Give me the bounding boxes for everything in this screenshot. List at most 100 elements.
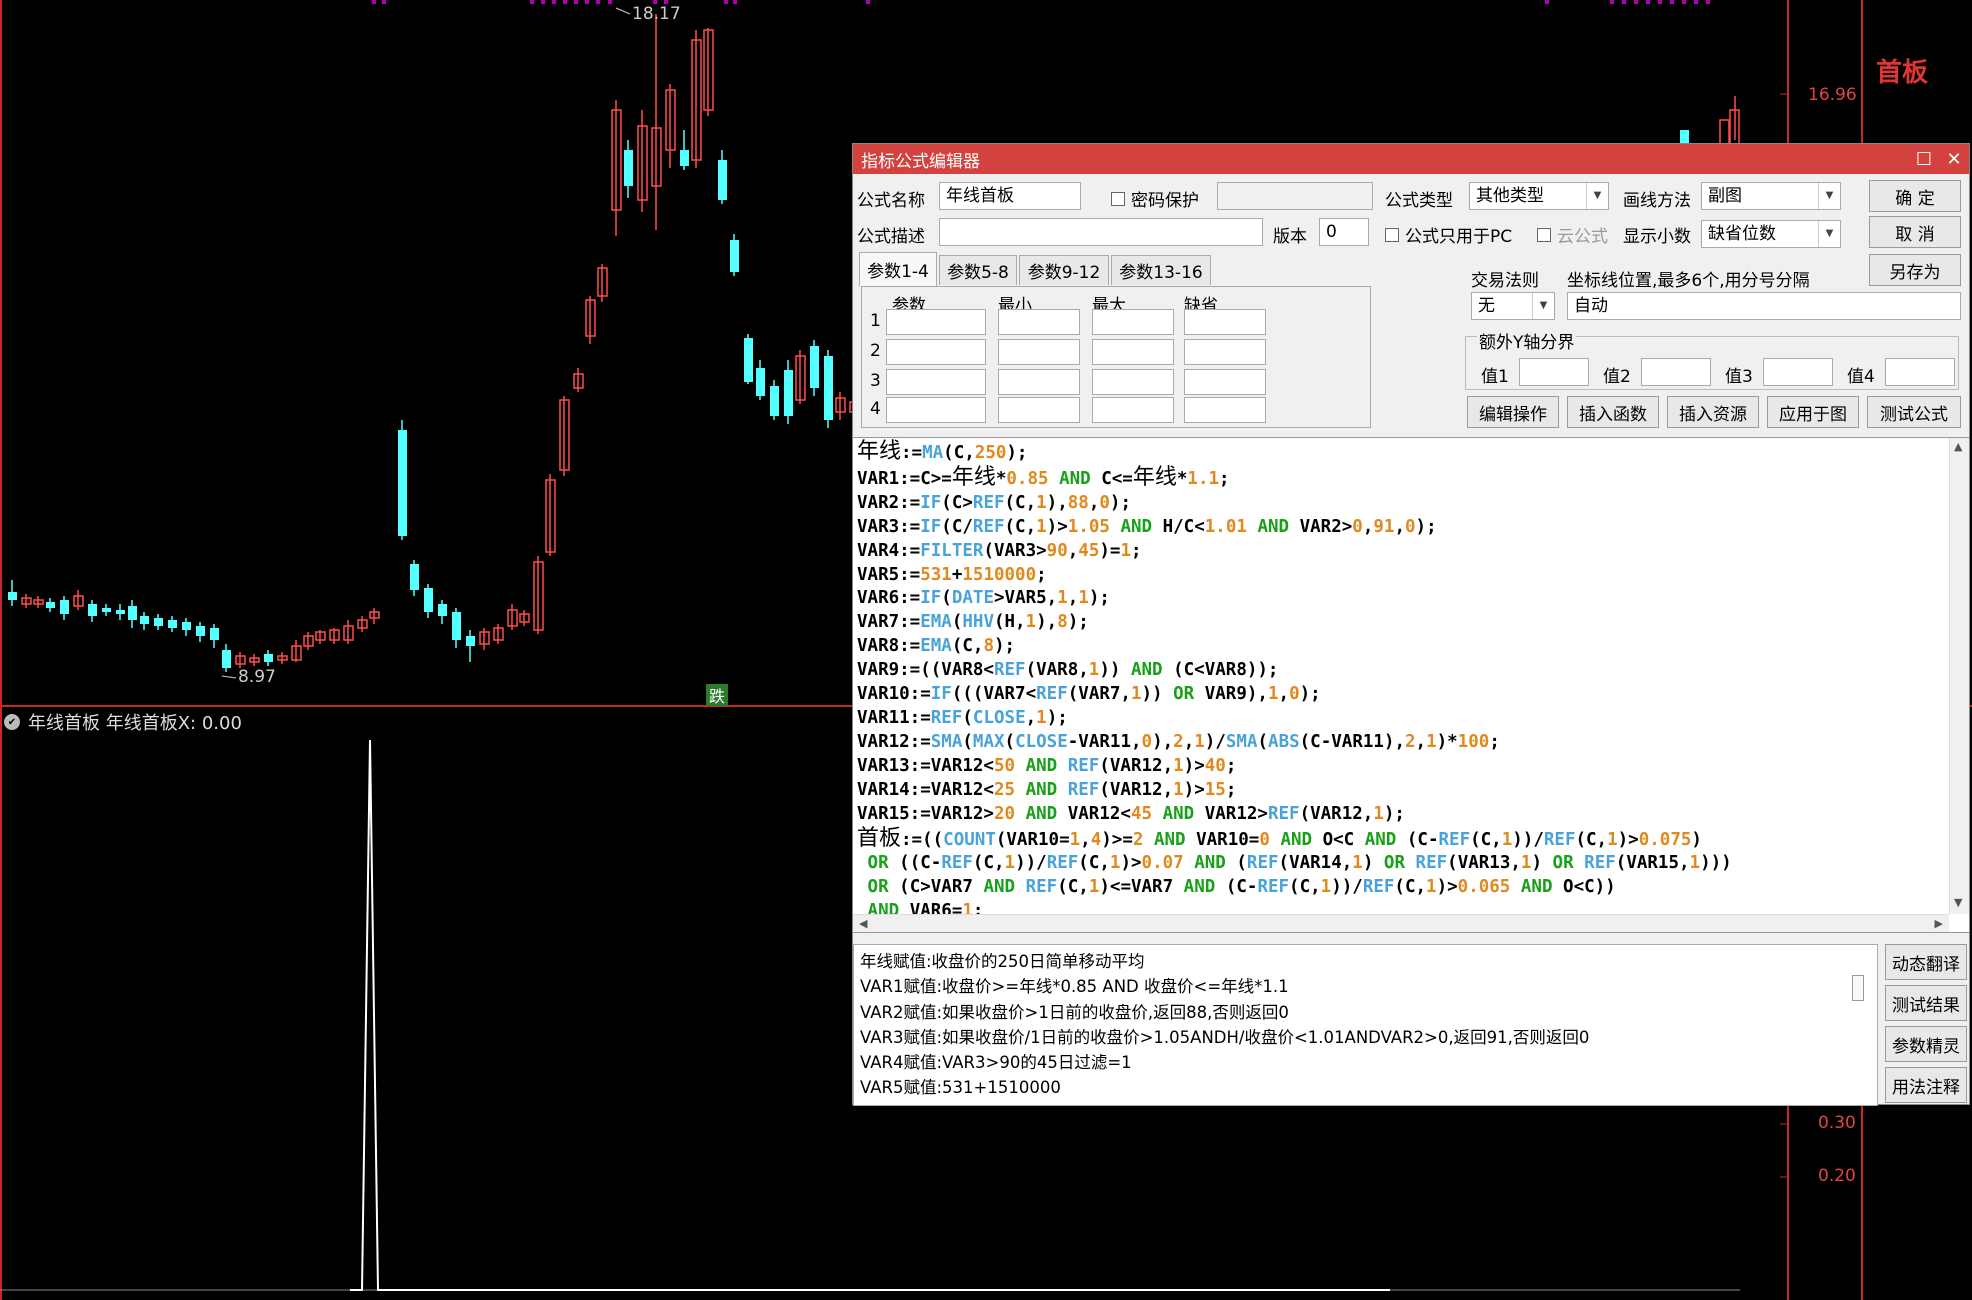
param-default-input[interactable] <box>1184 397 1266 423</box>
code-line[interactable]: VAR3:=IF(C/REF(C,1)>1.05 AND H/C<1.01 AN… <box>857 516 1947 540</box>
pc-only-label: 公式只用于PC <box>1405 227 1513 247</box>
sub-chart-header[interactable]: ✔ 年线首板 年线首板X: 0.00 <box>4 709 242 735</box>
code-line[interactable]: VAR11:=REF(CLOSE,1); <box>857 707 1947 731</box>
formula-desc-input[interactable] <box>939 218 1263 246</box>
dialog-titlebar[interactable]: 指标公式编辑器 ☐ ✕ <box>853 144 1969 174</box>
param-name-input[interactable] <box>886 339 986 365</box>
password-checkbox[interactable]: 密码保护 <box>1111 186 1199 211</box>
param-default-input[interactable] <box>1184 339 1266 365</box>
code-line[interactable]: VAR1:=C>=年线*0.85 AND C<=年线*1.1; <box>857 465 1947 492</box>
cloud-formula-checkbox[interactable]: 云公式 <box>1537 222 1608 247</box>
save-as-button[interactable]: 另存为 <box>1869 254 1961 286</box>
edit-operation-button[interactable]: 编辑操作 <box>1467 396 1559 428</box>
param-name-input[interactable] <box>886 369 986 395</box>
coord-line-input[interactable]: 自动 <box>1567 292 1961 320</box>
test-result-button[interactable]: 测试结果 <box>1885 985 1967 1021</box>
code-line[interactable]: VAR13:=VAR12<50 AND REF(VAR12,1)>40; <box>857 755 1947 779</box>
cancel-button[interactable]: 取 消 <box>1869 216 1961 248</box>
tab-params-9-12[interactable]: 参数9-12 <box>1019 255 1109 285</box>
decimal-select[interactable]: 缺省位数 ▼ <box>1701 220 1841 248</box>
code-line[interactable]: OR ((C-REF(C,1))/REF(C,1)>0.07 AND (REF(… <box>857 852 1947 876</box>
formula-editor-dialog[interactable]: 指标公式编辑器 ☐ ✕ 公式名称 年线首板 密码保护 公式类型 其他类型 ▼ 画线… <box>852 143 1970 1106</box>
usage-notes-button[interactable]: 用法注释 <box>1885 1067 1967 1103</box>
code-line[interactable]: VAR8:=EMA(C,8); <box>857 635 1947 659</box>
tab-params-1-4[interactable]: 参数1-4 <box>859 252 937 286</box>
translation-line: VAR4赋值:VAR3>90的45日过滤=1 <box>860 1053 1132 1073</box>
horizontal-scrollbar[interactable]: ◀ ▶ <box>853 914 1949 932</box>
param-max-input[interactable] <box>1092 397 1174 423</box>
code-line[interactable]: VAR6:=IF(DATE>VAR5,1,1); <box>857 587 1947 611</box>
code-line[interactable]: VAR12:=SMA(MAX(CLOSE-VAR11,0),2,1)/SMA(A… <box>857 731 1947 755</box>
param-max-input[interactable] <box>1092 339 1174 365</box>
param-name-input[interactable] <box>886 397 986 423</box>
tab-params-5-8[interactable]: 参数5-8 <box>939 255 1017 285</box>
candle-body <box>154 618 163 626</box>
draw-method-select[interactable]: 副图 ▼ <box>1701 182 1841 210</box>
event-marker <box>724 0 728 4</box>
param-default-input[interactable] <box>1184 309 1266 335</box>
dynamic-translate-button[interactable]: 动态翻译 <box>1885 944 1967 980</box>
event-marker <box>1706 0 1710 4</box>
pc-only-checkbox[interactable]: 公式只用于PC <box>1385 222 1512 247</box>
param-min-input[interactable] <box>998 369 1080 395</box>
param-min-input[interactable] <box>998 397 1080 423</box>
param-name-input[interactable] <box>886 309 986 335</box>
code-line[interactable]: 年线:=MA(C,250); <box>857 440 1947 466</box>
decimal-value: 缺省位数 <box>1708 224 1776 244</box>
insert-function-button[interactable]: 插入函数 <box>1567 396 1659 428</box>
param-default-input[interactable] <box>1184 369 1266 395</box>
collapse-icon[interactable]: ✔ <box>4 714 20 730</box>
event-marker <box>1634 0 1638 4</box>
code-line[interactable]: VAR5:=531+1510000; <box>857 564 1947 588</box>
code-line[interactable]: 首板:=((COUNT(VAR10=1,4)>=2 AND VAR10=0 AN… <box>857 826 1947 853</box>
code-line[interactable]: VAR14:=VAR12<25 AND REF(VAR12,1)>15; <box>857 779 1947 803</box>
cloud-formula-label: 云公式 <box>1557 227 1608 247</box>
password-input[interactable] <box>1217 182 1373 210</box>
scrollbar-thumb[interactable] <box>1852 975 1864 1001</box>
maximize-icon[interactable]: ☐ <box>1909 144 1939 174</box>
value4-input[interactable] <box>1885 358 1955 386</box>
formula-code-editor[interactable]: 年线:=MA(C,250); VAR1:=C>=年线*0.85 AND C<=年线… <box>853 437 1969 933</box>
code-line[interactable]: VAR4:=FILTER(VAR3>90,45)=1; <box>857 540 1947 564</box>
value3-input[interactable] <box>1763 358 1833 386</box>
param-wizard-button[interactable]: 参数精灵 <box>1885 1026 1967 1062</box>
scroll-right-icon[interactable]: ▶ <box>1935 917 1943 930</box>
tab-params-13-16[interactable]: 参数13-16 <box>1111 255 1211 285</box>
value2-input[interactable] <box>1641 358 1711 386</box>
vertical-scrollbar[interactable]: ▲ ▼ <box>1949 438 1969 914</box>
code-line[interactable]: OR (C>VAR7 AND REF(C,1)<=VAR7 AND (C-REF… <box>857 876 1947 900</box>
draw-method-label: 画线方法 <box>1623 191 1691 211</box>
candle-body <box>784 370 793 416</box>
low-price-label: 8.97 <box>238 667 276 687</box>
confirm-button[interactable]: 确 定 <box>1869 180 1961 212</box>
formula-type-select[interactable]: 其他类型 ▼ <box>1469 182 1609 210</box>
scroll-up-icon[interactable]: ▲ <box>1954 440 1962 453</box>
param-min-input[interactable] <box>998 339 1080 365</box>
param-min-input[interactable] <box>998 309 1080 335</box>
version-input[interactable]: 0 <box>1319 218 1369 246</box>
code-line[interactable]: VAR9:=((VAR8<REF(VAR8,1)) AND (C<VAR8)); <box>857 659 1947 683</box>
scroll-down-icon[interactable]: ▼ <box>1954 896 1962 909</box>
code-line[interactable]: VAR2:=IF(C>REF(C,1),88,0); <box>857 492 1947 516</box>
formula-type-value: 其他类型 <box>1476 186 1544 206</box>
formula-name-label: 公式名称 <box>857 191 925 211</box>
formula-name-input[interactable]: 年线首板 <box>939 182 1081 210</box>
param-row-number: 3 <box>870 371 881 391</box>
value1-input[interactable] <box>1519 358 1589 386</box>
test-formula-button[interactable]: 测试公式 <box>1867 396 1961 428</box>
param-max-input[interactable] <box>1092 309 1174 335</box>
code-line[interactable]: VAR10:=IF(((VAR7<REF(VAR7,1)) OR VAR9),1… <box>857 683 1947 707</box>
trade-rule-select[interactable]: 无 ▼ <box>1471 292 1555 320</box>
candle-body <box>60 600 69 614</box>
event-marker <box>1670 0 1674 4</box>
close-icon[interactable]: ✕ <box>1939 144 1969 174</box>
formula-code-text[interactable]: 年线:=MA(C,250); VAR1:=C>=年线*0.85 AND C<=年线… <box>857 440 1947 924</box>
param-max-input[interactable] <box>1092 369 1174 395</box>
checkbox-box <box>1385 227 1399 242</box>
code-line[interactable]: VAR15:=VAR12>20 AND VAR12<45 AND VAR12>R… <box>857 803 1947 827</box>
scroll-left-icon[interactable]: ◀ <box>859 917 867 930</box>
insert-resource-button[interactable]: 插入资源 <box>1667 396 1759 428</box>
candle-body <box>410 564 419 590</box>
apply-to-chart-button[interactable]: 应用于图 <box>1767 396 1859 428</box>
code-line[interactable]: VAR7:=EMA(HHV(H,1),8); <box>857 611 1947 635</box>
